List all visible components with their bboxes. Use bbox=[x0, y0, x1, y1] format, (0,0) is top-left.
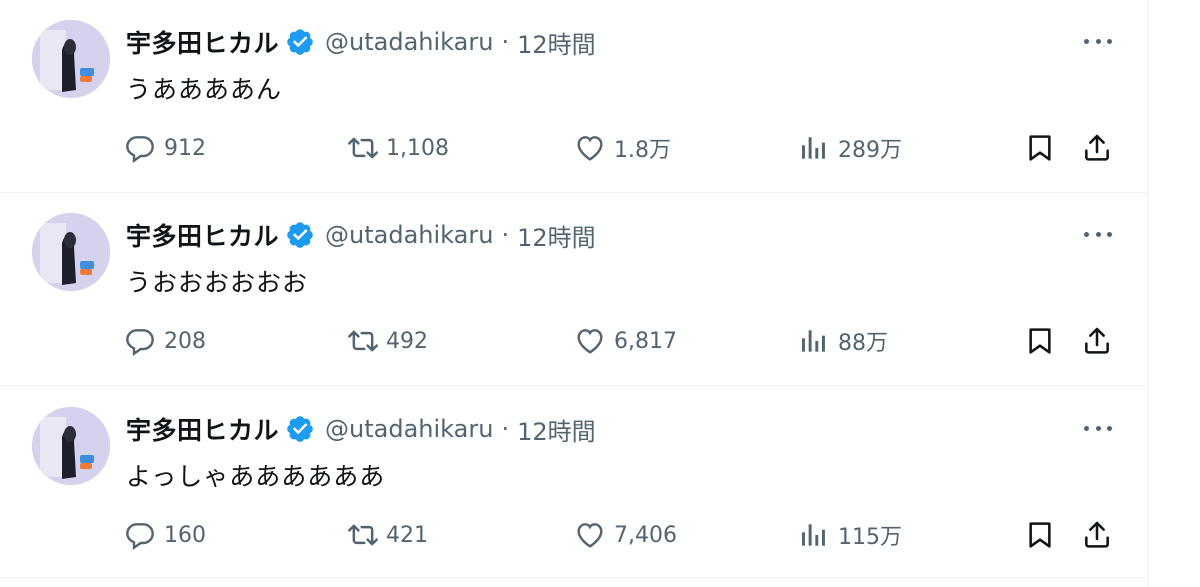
reply-count: 208 bbox=[164, 328, 206, 354]
share-button[interactable] bbox=[1081, 325, 1115, 357]
timeline-feed: 宇多田ヒカル @utadahikaru · 12時間 うああああん 912 1,… bbox=[0, 0, 1148, 587]
author-name[interactable]: 宇多田ヒカル bbox=[126, 217, 279, 253]
more-icon[interactable] bbox=[1082, 226, 1114, 242]
retweet-count: 492 bbox=[386, 328, 428, 354]
share-icon bbox=[1081, 325, 1115, 357]
separator-dot: · bbox=[501, 415, 510, 443]
author-name[interactable]: 宇多田ヒカル bbox=[126, 24, 279, 60]
retweet-icon bbox=[346, 325, 380, 357]
avatar[interactable] bbox=[32, 213, 110, 291]
tweet-card[interactable]: 宇多田ヒカル @utadahikaru · 12時間 よっしゃああああああ 16… bbox=[0, 387, 1148, 578]
reply-button[interactable]: 208 bbox=[124, 325, 206, 357]
like-icon bbox=[574, 325, 608, 357]
retweet-icon bbox=[346, 132, 380, 164]
bookmark-icon bbox=[1024, 519, 1058, 551]
like-icon bbox=[574, 132, 608, 164]
like-count: 1.8万 bbox=[614, 138, 671, 163]
views-icon bbox=[798, 132, 832, 164]
retweet-count: 421 bbox=[386, 522, 428, 548]
bookmark-button[interactable] bbox=[1024, 325, 1058, 357]
author-handle[interactable]: @utadahikaru bbox=[325, 221, 493, 249]
bookmark-button[interactable] bbox=[1024, 132, 1058, 164]
views-button[interactable]: 115万 bbox=[798, 519, 902, 551]
tweet-card[interactable]: 宇多田ヒカル @utadahikaru · 12時間 うああああん 912 1,… bbox=[0, 0, 1148, 193]
reply-count: 912 bbox=[164, 135, 206, 161]
bookmark-button[interactable] bbox=[1024, 519, 1058, 551]
tweet-card[interactable]: 宇多田ヒカル @utadahikaru · 12時間 うおおおおおお 208 4… bbox=[0, 193, 1148, 386]
views-button[interactable]: 88万 bbox=[798, 325, 888, 357]
reply-icon bbox=[124, 325, 158, 357]
avatar[interactable] bbox=[32, 407, 110, 485]
timestamp[interactable]: 12時間 bbox=[517, 412, 596, 447]
author-handle[interactable]: @utadahikaru bbox=[325, 415, 493, 443]
avatar[interactable] bbox=[32, 20, 110, 98]
timestamp[interactable]: 12時間 bbox=[517, 25, 596, 60]
like-count: 6,817 bbox=[614, 328, 677, 354]
views-icon bbox=[798, 325, 832, 357]
views-icon bbox=[798, 519, 832, 551]
timestamp[interactable]: 12時間 bbox=[517, 218, 596, 253]
views-button[interactable]: 289万 bbox=[798, 132, 902, 164]
tweet-text: うああああん bbox=[126, 75, 283, 104]
reply-button[interactable]: 160 bbox=[124, 519, 206, 551]
retweet-button[interactable]: 421 bbox=[346, 519, 428, 551]
reply-icon bbox=[124, 132, 158, 164]
retweet-icon bbox=[346, 519, 380, 551]
tweet-text: よっしゃああああああ bbox=[126, 462, 386, 491]
reply-count: 160 bbox=[164, 522, 206, 548]
share-icon bbox=[1081, 519, 1115, 551]
separator-dot: · bbox=[501, 221, 510, 249]
verified-badge-icon bbox=[285, 220, 315, 250]
share-button[interactable] bbox=[1081, 132, 1115, 164]
tweet-header: 宇多田ヒカル @utadahikaru · 12時間 bbox=[126, 411, 596, 447]
like-count: 7,406 bbox=[614, 522, 677, 548]
like-button[interactable]: 6,817 bbox=[574, 325, 677, 357]
like-button[interactable]: 7,406 bbox=[574, 519, 677, 551]
tweet-header: 宇多田ヒカル @utadahikaru · 12時間 bbox=[126, 217, 596, 253]
verified-badge-icon bbox=[285, 27, 315, 57]
bookmark-icon bbox=[1024, 132, 1058, 164]
bookmark-icon bbox=[1024, 325, 1058, 357]
share-icon bbox=[1081, 132, 1115, 164]
more-icon[interactable] bbox=[1082, 420, 1114, 436]
more-icon[interactable] bbox=[1082, 33, 1114, 49]
author-handle[interactable]: @utadahikaru bbox=[325, 28, 493, 56]
like-button[interactable]: 1.8万 bbox=[574, 132, 671, 164]
separator-dot: · bbox=[501, 28, 510, 56]
view-count: 115万 bbox=[838, 525, 902, 550]
share-button[interactable] bbox=[1081, 519, 1115, 551]
verified-badge-icon bbox=[285, 414, 315, 444]
view-count: 88万 bbox=[838, 331, 888, 356]
retweet-button[interactable]: 1,108 bbox=[346, 132, 449, 164]
reply-icon bbox=[124, 519, 158, 551]
retweet-count: 1,108 bbox=[386, 135, 449, 161]
tweet-header: 宇多田ヒカル @utadahikaru · 12時間 bbox=[126, 24, 596, 60]
tweet-text: うおおおおおお bbox=[126, 268, 309, 297]
reply-button[interactable]: 912 bbox=[124, 132, 206, 164]
retweet-button[interactable]: 492 bbox=[346, 325, 428, 357]
like-icon bbox=[574, 519, 608, 551]
author-name[interactable]: 宇多田ヒカル bbox=[126, 411, 279, 447]
view-count: 289万 bbox=[838, 138, 902, 163]
